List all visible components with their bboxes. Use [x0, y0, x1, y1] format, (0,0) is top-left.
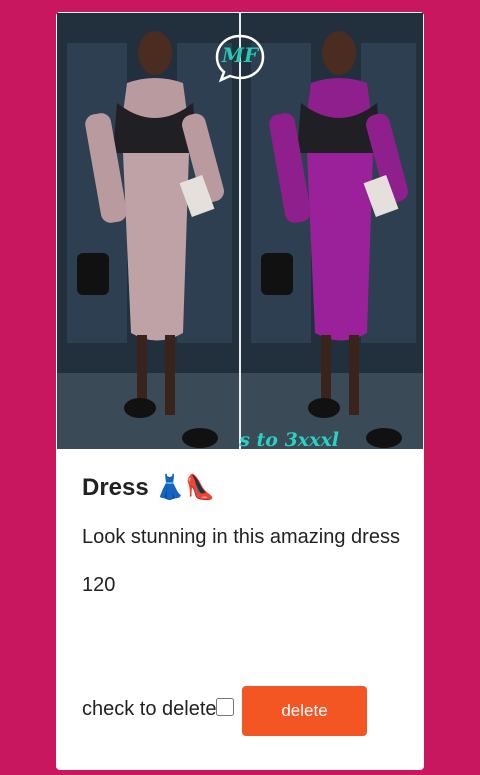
product-price: 120	[82, 574, 116, 596]
product-image: MF s to 3xxxl	[57, 13, 423, 449]
product-card: MF s to 3xxxl Dress 👗👠 Look stunning in …	[56, 12, 424, 770]
brand-logo-text: MF	[221, 43, 259, 67]
delete-checkbox[interactable]	[216, 698, 234, 716]
delete-row: check to delete delete	[82, 686, 412, 736]
size-range-caption: s to 3xxxl	[239, 429, 339, 449]
card-body: Dress 👗👠 Look stunning in this amazing d…	[82, 472, 402, 598]
delete-checkbox-label: check to delete	[82, 698, 217, 720]
dress-image-purple	[241, 13, 423, 449]
product-description: Look stunning in this amazing dress	[82, 526, 400, 548]
product-title: Dress 👗👠	[82, 474, 216, 501]
dress-image-mauve	[57, 13, 239, 449]
delete-button[interactable]: delete	[242, 686, 367, 736]
